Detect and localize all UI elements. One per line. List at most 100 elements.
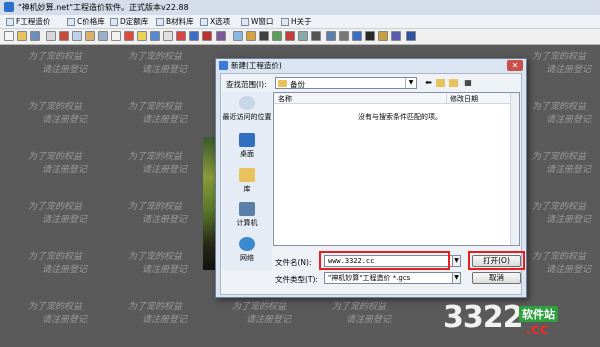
place-recent[interactable]: 最近访问的位置	[222, 96, 272, 122]
menubar: F工程造价 C价格库 D定额库 B材料库 X选项 W窗口 H关于	[0, 15, 600, 29]
watermark-line2: 请注册登记	[546, 215, 592, 225]
watermark-line2: 请注册登记	[42, 215, 88, 225]
save-icon[interactable]	[30, 31, 40, 41]
menu-label: X选项	[210, 17, 231, 26]
watermark-line2: 请注册登记	[42, 65, 88, 75]
column-name[interactable]: 名称	[278, 94, 292, 104]
watermark: 为了宠的权益 请注册登记	[532, 49, 591, 75]
watermark: 为了宠的权益 请注册登记	[532, 199, 591, 225]
menu-icon	[67, 17, 75, 26]
watermark-line2: 请注册登记	[546, 65, 592, 75]
calendar-icon[interactable]	[378, 31, 388, 41]
back-icon[interactable]: ⬅	[423, 78, 434, 88]
file-list-header: 名称 修改日期	[274, 93, 519, 104]
help-icon[interactable]	[176, 31, 186, 41]
watermark-line2: 请注册登记	[42, 165, 88, 175]
place-computer[interactable]: 计算机	[222, 202, 272, 228]
query-icon[interactable]	[189, 31, 199, 41]
menu-project-cost[interactable]: F工程造价	[6, 16, 50, 27]
menu-label: F工程造价	[16, 17, 51, 26]
filter-icon[interactable]	[311, 31, 321, 41]
watermark-line1: 为了宠的权益	[128, 102, 183, 112]
highlight-filename-box	[319, 251, 450, 270]
menu-quota-library[interactable]: D定额库	[110, 16, 148, 27]
up-folder-icon[interactable]	[436, 79, 445, 87]
watermark-line1: 为了宠的权益	[532, 152, 587, 162]
lock-icon[interactable]	[137, 31, 147, 41]
star-icon[interactable]	[259, 31, 269, 41]
settings-icon[interactable]	[216, 31, 226, 41]
menu-icon	[110, 17, 118, 26]
watermark-line1: 为了宠的权益	[128, 52, 183, 62]
exit-icon[interactable]	[406, 31, 416, 41]
grid-icon[interactable]	[163, 31, 173, 41]
menu-options[interactable]: X选项	[200, 16, 230, 27]
watermark-line1: 为了宠的权益	[532, 102, 587, 112]
watermark-line2: 请注册登记	[346, 315, 392, 325]
chevron-down-icon[interactable]: ▼	[452, 272, 461, 284]
table-icon[interactable]	[352, 31, 362, 41]
new-file-icon[interactable]	[4, 31, 14, 41]
scissors-icon[interactable]	[59, 31, 69, 41]
import-icon[interactable]	[339, 31, 349, 41]
menu-label: C价格库	[77, 17, 105, 26]
empty-message: 没有与搜索条件匹配的项。	[358, 113, 442, 121]
watermark: 为了宠的权益 请注册登记	[128, 249, 187, 275]
tool-icon[interactable]	[298, 31, 308, 41]
tree-icon[interactable]	[272, 31, 282, 41]
menu-price-library[interactable]: C价格库	[67, 16, 105, 27]
watermark-line2: 请注册登记	[546, 265, 592, 275]
menu-window[interactable]: W窗口	[241, 16, 273, 27]
chevron-down-icon[interactable]: ▼	[405, 78, 416, 88]
copy-icon[interactable]	[72, 31, 82, 41]
place-desktop[interactable]: 桌面	[222, 133, 272, 159]
chart-icon[interactable]	[202, 31, 212, 41]
watermark-line2: 请注册登记	[42, 315, 88, 325]
file-type-select[interactable]: "神机妙算"工程造价 *.gcs	[324, 272, 454, 284]
watermark: 为了宠的权益 请注册登记	[128, 299, 187, 325]
chevron-down-icon[interactable]: ▼	[452, 255, 461, 267]
watermark-line2: 请注册登记	[42, 265, 88, 275]
document-icon[interactable]	[111, 31, 121, 41]
open-folder-icon[interactable]	[17, 31, 27, 41]
place-label: 库	[243, 185, 251, 193]
watermark: 为了宠的权益 请注册登记	[128, 49, 187, 75]
watermark: 为了宠的权益 请注册登记	[532, 249, 591, 275]
menu-about[interactable]: H关于	[281, 16, 312, 27]
column-modified[interactable]: 修改日期	[446, 94, 478, 104]
menu-material-library[interactable]: B材料库	[156, 16, 194, 27]
view-menu-icon[interactable]: ▦	[462, 78, 474, 88]
undo-icon[interactable]	[98, 31, 108, 41]
site-logo: 3322 软件站 .cc	[443, 300, 558, 338]
window-icon[interactable]	[233, 31, 243, 41]
place-network[interactable]: 网络	[222, 237, 272, 263]
site-logo-domain: .cc	[525, 320, 549, 338]
new-folder-icon[interactable]	[449, 79, 458, 87]
watermark: 为了宠的权益请注册登记	[28, 249, 87, 275]
export-icon[interactable]	[326, 31, 336, 41]
menu-label: W窗口	[251, 17, 274, 26]
money-icon[interactable]	[246, 31, 256, 41]
stop-icon[interactable]	[285, 31, 295, 41]
place-label: 桌面	[240, 150, 254, 158]
place-libraries[interactable]: 库	[222, 168, 272, 194]
watermark-line1: 为了宠的权益	[28, 252, 83, 262]
person-icon[interactable]	[391, 31, 401, 41]
watermark-line1: 为了宠的权益	[28, 52, 83, 62]
monitor-icon[interactable]	[365, 31, 375, 41]
close-button[interactable]: ✕	[507, 60, 523, 71]
delete-icon[interactable]	[124, 31, 134, 41]
print-icon[interactable]	[46, 31, 56, 41]
watermark: 为了宠的权益 请注册登记	[28, 99, 87, 125]
paste-icon[interactable]	[85, 31, 95, 41]
file-list[interactable]: 名称 修改日期 没有与搜索条件匹配的项。	[273, 92, 520, 246]
watermark-line1: 为了宠的权益	[232, 302, 287, 312]
look-in-dropdown[interactable]: 备份 ▼	[275, 77, 417, 89]
file-type-label: 文件类型(T):	[275, 275, 318, 284]
calculator-icon[interactable]	[150, 31, 160, 41]
highlight-open-button-box	[468, 251, 525, 270]
menu-icon	[156, 17, 164, 26]
menu-icon	[241, 17, 249, 26]
cancel-button[interactable]: 取消	[472, 272, 521, 284]
scrollbar[interactable]	[510, 93, 519, 245]
